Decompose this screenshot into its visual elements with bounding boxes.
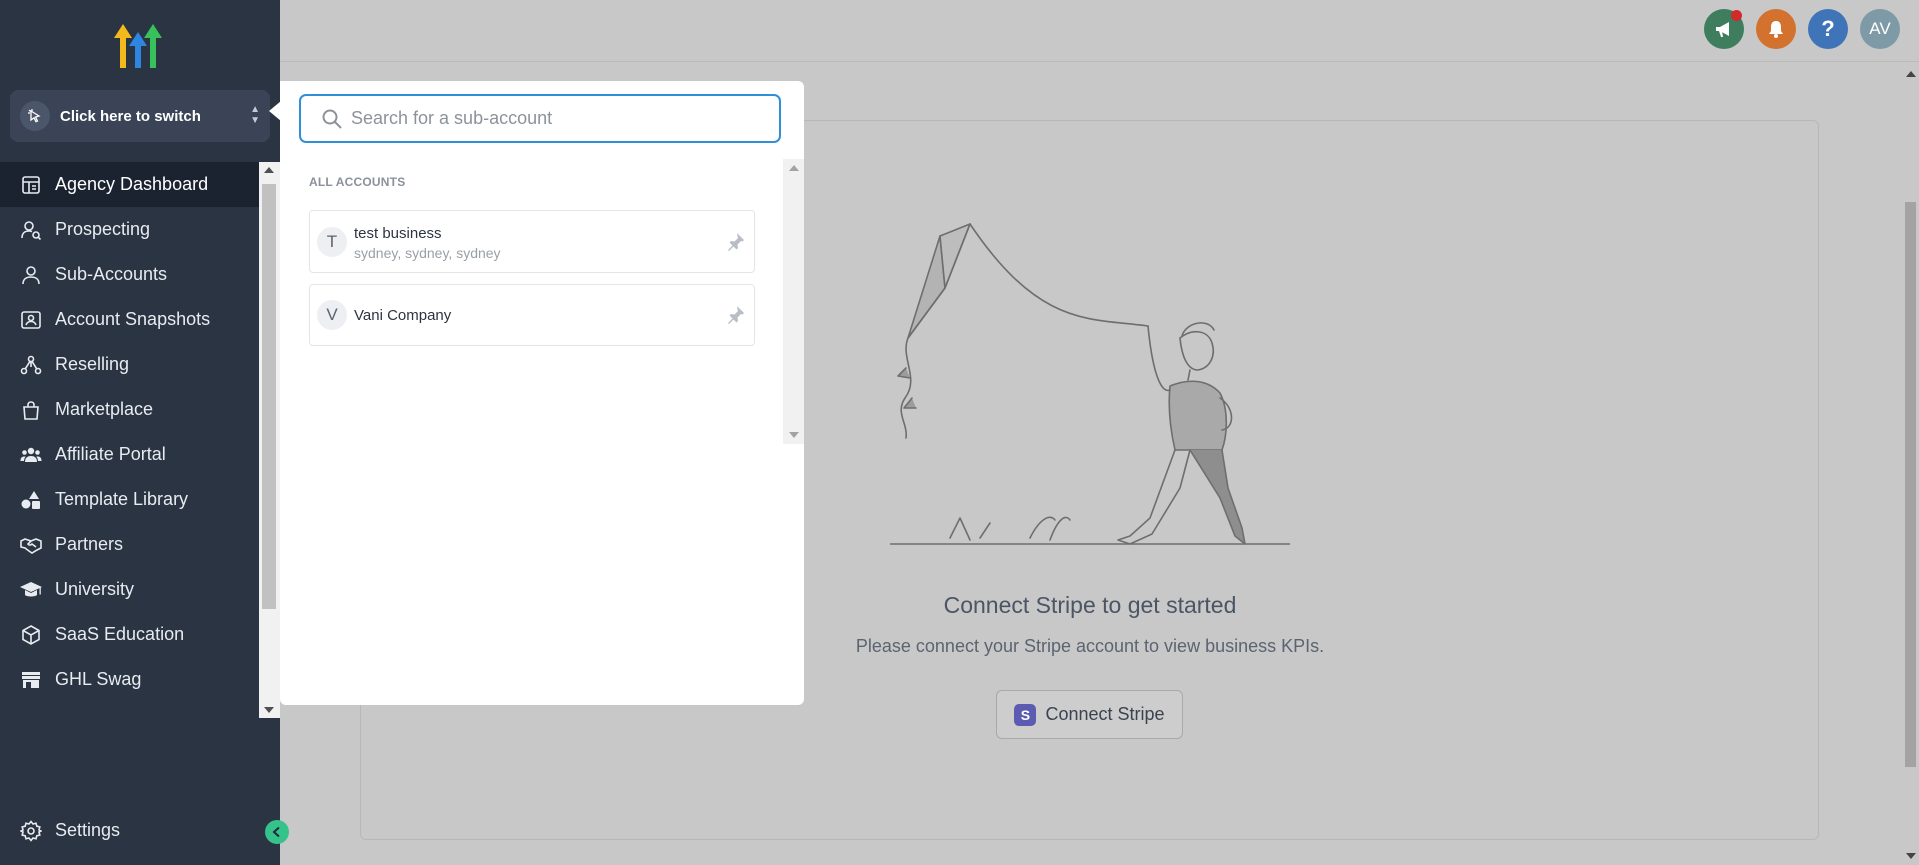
- notifications-button[interactable]: [1756, 9, 1796, 49]
- main-scrollbar[interactable]: [1902, 62, 1919, 865]
- megaphone-icon: [1716, 22, 1729, 37]
- sidebar-item-label: GHL Swag: [55, 669, 142, 689]
- sidebar-item-label: Agency Dashboard: [55, 174, 209, 194]
- sidebar-item-label: Prospecting: [55, 219, 151, 239]
- sidebar-item-label: Template Library: [55, 489, 189, 509]
- scrollbar-thumb[interactable]: [1905, 202, 1916, 767]
- account-avatar: V: [317, 300, 347, 330]
- account-switcher-button[interactable]: Click here to switch ▲ ▼: [10, 90, 270, 142]
- sidebar-scrollbar[interactable]: [259, 162, 280, 718]
- collapse-sidebar-button[interactable]: [265, 820, 289, 844]
- sidebar-item-affiliate-portal[interactable]: Affiliate Portal: [0, 432, 259, 477]
- scroll-down-arrow-icon[interactable]: [1906, 853, 1916, 859]
- stripe-logo-icon: S: [1014, 703, 1037, 726]
- scrollbar-thumb[interactable]: [262, 184, 276, 609]
- sidebar-item-label: Reselling: [55, 354, 130, 374]
- snapshot-icon: [21, 310, 41, 329]
- sidebar-item-ghl-swag[interactable]: GHL Swag: [0, 657, 259, 702]
- sidebar-nav: Agency Dashboard Prospecting Sub-Account…: [0, 162, 259, 717]
- dashboard-icon: [22, 175, 40, 194]
- scroll-up-arrow-icon[interactable]: [789, 165, 799, 171]
- shapes-icon: [21, 490, 40, 509]
- sidebar-item-account-snapshots[interactable]: Account Snapshots: [0, 297, 259, 342]
- sidebar-item-reselling[interactable]: Reselling: [0, 342, 259, 387]
- top-bar: ? AV: [280, 0, 1919, 62]
- help-icon: ?: [1821, 16, 1835, 41]
- handshake-icon: [20, 537, 42, 554]
- scroll-up-arrow-icon[interactable]: [1906, 71, 1916, 77]
- user-icon: [22, 265, 40, 284]
- connect-stripe-label: Connect Stripe: [1045, 704, 1165, 724]
- help-button[interactable]: ?: [1808, 9, 1848, 49]
- sidebar-item-label: University: [55, 579, 135, 599]
- account-location: sydney, sydney, sydney: [354, 245, 501, 261]
- search-box[interactable]: [299, 94, 781, 143]
- kite-man-illustration: [890, 223, 1290, 545]
- account-avatar: T: [317, 227, 347, 257]
- users-group-icon: [20, 447, 42, 462]
- chevron-up-down-icon: ▲ ▼: [250, 104, 260, 126]
- user-avatar[interactable]: AV: [1860, 9, 1900, 49]
- sidebar-item-label: Marketplace: [55, 399, 154, 419]
- sidebar-item-label: Partners: [55, 534, 124, 554]
- avatar-initials: AV: [1869, 19, 1891, 38]
- sidebar-item-sub-accounts[interactable]: Sub-Accounts: [0, 252, 259, 297]
- sidebar-item-label: SaaS Education: [55, 624, 185, 644]
- account-name: Vani Company: [354, 307, 452, 324]
- highlevel-logo-icon[interactable]: [114, 20, 168, 70]
- sidebar-item-agency-dashboard[interactable]: Agency Dashboard: [0, 162, 259, 207]
- account-name: test business: [354, 225, 442, 242]
- bell-icon: [1769, 21, 1783, 38]
- bag-icon: [23, 400, 39, 420]
- sidebar-item-settings[interactable]: Settings: [0, 808, 259, 853]
- account-item[interactable]: V Vani Company: [309, 284, 755, 346]
- connect-stripe-button[interactable]: S Connect Stripe: [996, 690, 1183, 739]
- chevron-left-icon: [272, 826, 280, 838]
- scroll-down-arrow-icon[interactable]: [264, 707, 274, 713]
- account-item[interactable]: T test business sydney, sydney, sydney: [309, 210, 755, 273]
- sidebar-item-university[interactable]: University: [0, 567, 259, 612]
- sidebar-item-label: Account Snapshots: [55, 309, 211, 329]
- settings-label: Settings: [55, 820, 121, 840]
- pointer-click-icon: [20, 101, 50, 131]
- user-search-icon: [21, 220, 42, 240]
- search-icon: [322, 109, 342, 129]
- scroll-down-arrow-icon[interactable]: [789, 432, 799, 438]
- pin-icon[interactable]: [726, 304, 746, 324]
- pin-icon[interactable]: [726, 231, 746, 251]
- sidebar-item-prospecting[interactable]: Prospecting: [0, 207, 259, 252]
- store-icon: [22, 671, 40, 688]
- sidebar-item-template-library[interactable]: Template Library: [0, 477, 259, 522]
- scroll-up-arrow-icon[interactable]: [264, 167, 274, 173]
- sidebar: Click here to switch ▲ ▼ Agency Dashboard…: [0, 0, 280, 865]
- sidebar-item-label: Sub-Accounts: [55, 264, 168, 284]
- sub-account-search-input[interactable]: [351, 108, 771, 129]
- account-switcher-label: Click here to switch: [60, 107, 201, 125]
- account-switcher-popover: ALL ACCOUNTS T test business sydney, syd…: [280, 81, 804, 705]
- accounts-scrollbar[interactable]: [783, 159, 804, 444]
- network-icon: [20, 355, 42, 374]
- sidebar-item-marketplace[interactable]: Marketplace: [0, 387, 259, 432]
- sidebar-item-label: Affiliate Portal: [55, 444, 166, 464]
- announcements-button[interactable]: [1704, 9, 1744, 49]
- sidebar-item-saas-education[interactable]: SaaS Education: [0, 612, 259, 657]
- accounts-heading: ALL ACCOUNTS: [309, 175, 406, 189]
- sidebar-item-partners[interactable]: Partners: [0, 522, 259, 567]
- cube-icon: [22, 624, 40, 645]
- gear-icon: [20, 819, 42, 842]
- graduation-cap-icon: [20, 581, 42, 596]
- notification-dot: [1731, 10, 1742, 21]
